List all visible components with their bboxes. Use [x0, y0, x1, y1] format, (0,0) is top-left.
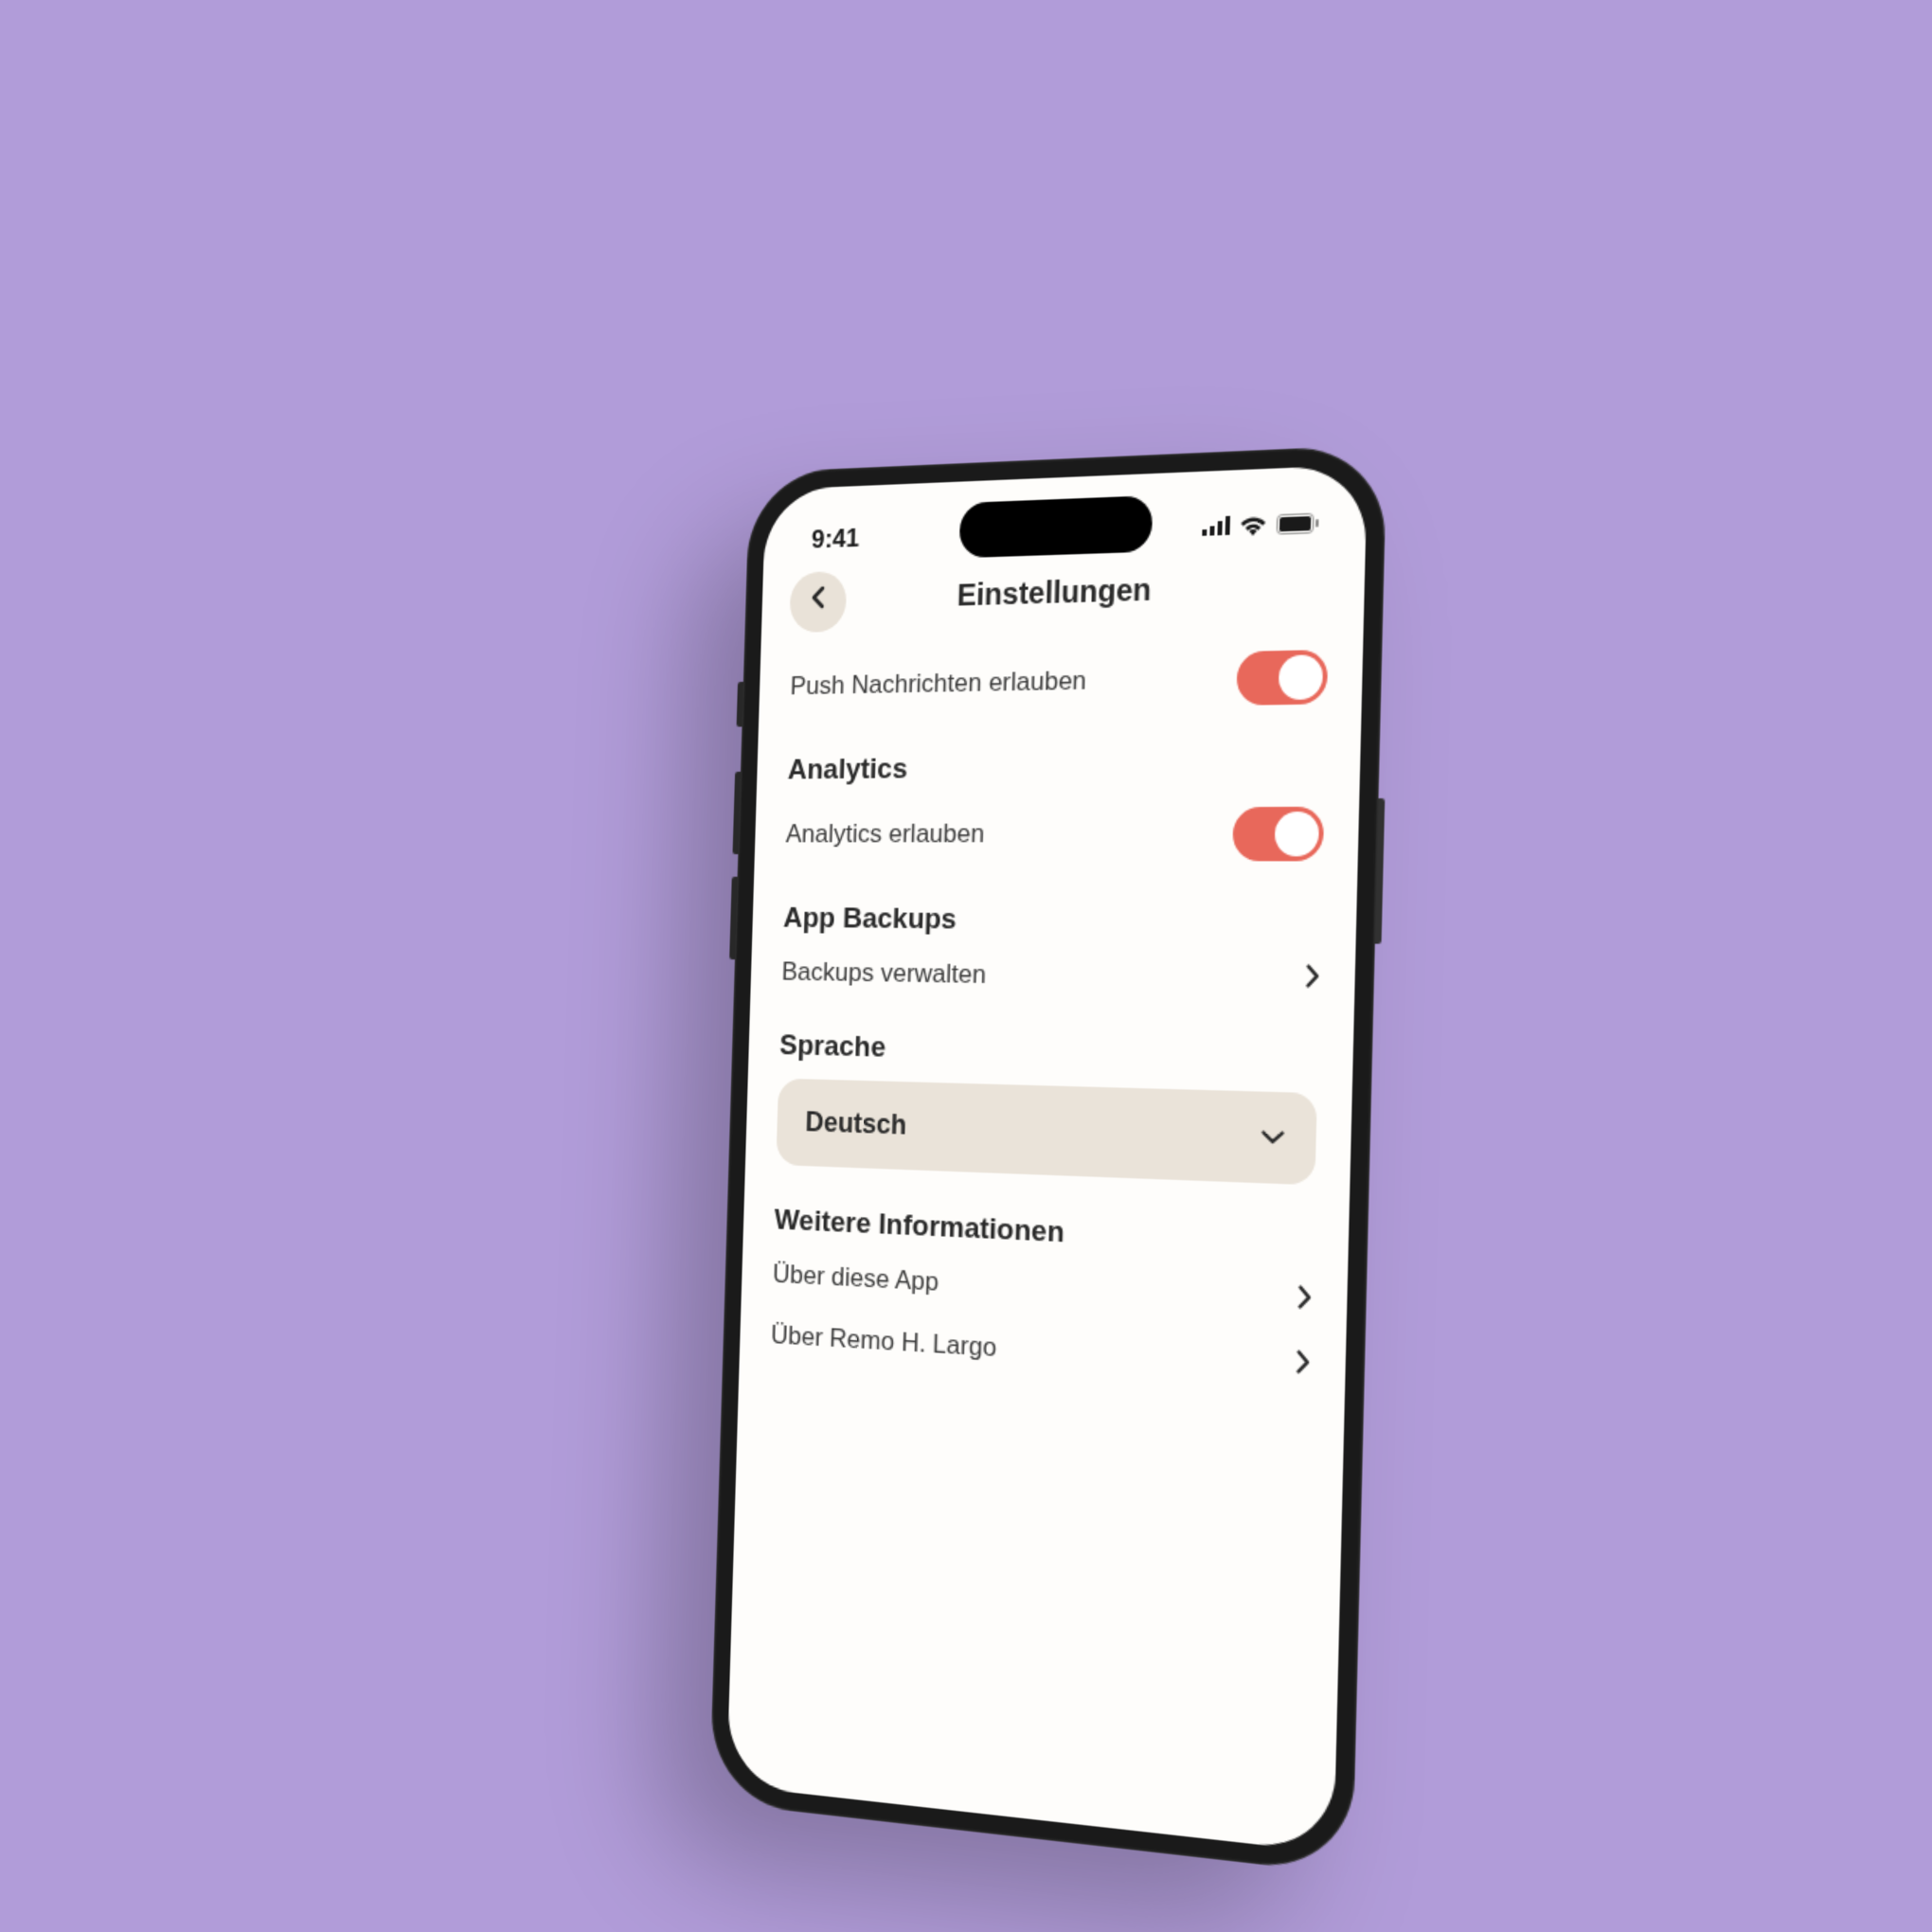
about-author-label: Über Remo H. Largo: [770, 1320, 1297, 1382]
backups-heading: App Backups: [783, 903, 1322, 941]
cellular-signal-icon: [1202, 516, 1230, 536]
phone-mockup: 9:41: [709, 444, 1387, 1874]
dynamic-island: [958, 495, 1153, 558]
settings-content: Push Nachrichten erlauben Analytics Anal…: [740, 623, 1364, 1385]
chevron-right-icon: [1297, 1285, 1313, 1318]
battery-icon: [1277, 512, 1319, 534]
analytics-heading: Analytics: [787, 749, 1325, 788]
chevron-down-icon: [1261, 1123, 1285, 1153]
backups-label: Backups verwalten: [781, 957, 1306, 996]
phone-screen: 9:41: [726, 464, 1368, 1852]
analytics-label: Analytics erlauben: [785, 818, 1233, 850]
back-button[interactable]: [789, 570, 847, 632]
chevron-right-icon: [1305, 964, 1320, 996]
language-heading: Sprache: [779, 1029, 1319, 1077]
push-notifications-label: Push Nachrichten erlauben: [790, 663, 1237, 702]
chevron-left-icon: [811, 585, 826, 617]
chevron-right-icon: [1296, 1350, 1311, 1383]
status-time: 9:41: [811, 524, 860, 556]
backups-row[interactable]: Backups verwalten: [781, 942, 1321, 1012]
phone-frame: 9:41: [709, 444, 1387, 1874]
language-selected: Deutsch: [805, 1106, 907, 1141]
analytics-row: Analytics erlauben: [785, 791, 1325, 878]
push-notifications-toggle[interactable]: [1236, 650, 1328, 706]
page-title: Einstellungen: [957, 574, 1152, 616]
wifi-icon: [1239, 514, 1267, 536]
push-notifications-row: Push Nachrichten erlauben: [789, 634, 1329, 727]
analytics-toggle[interactable]: [1232, 807, 1324, 862]
language-dropdown[interactable]: Deutsch: [776, 1079, 1316, 1186]
status-icons: [1202, 512, 1318, 537]
